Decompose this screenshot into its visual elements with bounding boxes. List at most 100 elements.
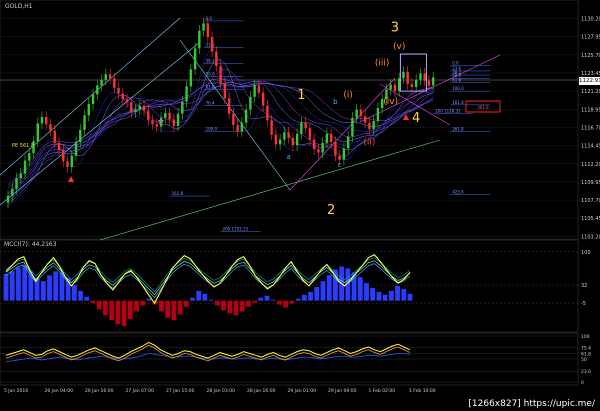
- candle-body: [325, 133, 329, 143]
- fib-level-label: 23.6: [206, 43, 215, 48]
- chart-title: GOLD,H1: [5, 3, 33, 10]
- candle-body: [11, 188, 14, 197]
- candle-body: [389, 84, 392, 90]
- mcci-histogram-bar: [320, 281, 326, 301]
- fib-level-label: 100.0: [206, 126, 218, 131]
- price-tick-label: 1116.70: [581, 125, 600, 131]
- wave-label: 3: [391, 20, 399, 35]
- mcci-histogram-bar: [47, 275, 52, 301]
- fib-level-label: 261.8: [452, 126, 464, 131]
- wave-label: 1: [297, 88, 305, 103]
- mcci-histogram-bar: [22, 265, 28, 301]
- mcci-histogram-bar: [9, 271, 15, 301]
- wave-label: 4: [412, 111, 420, 126]
- mcci-histogram-bar: [196, 290, 202, 301]
- price-tick-label: 1105.45: [581, 216, 600, 222]
- trend-line: [99, 139, 441, 241]
- candle-body: [431, 77, 435, 86]
- price-panel: [0, 0, 579, 240]
- time-axis-label: 26 Jan 04:00: [45, 388, 74, 394]
- mcci-histogram-bar: [357, 277, 363, 301]
- time-axis-label: 26 Jan 16:00: [85, 388, 114, 394]
- mcci-histogram-bar: [407, 293, 413, 301]
- candle-body: [79, 129, 82, 142]
- candle-body: [410, 83, 414, 88]
- trend-line: [179, 39, 291, 191]
- wave-label: (iii): [375, 58, 390, 68]
- candle-body: [287, 132, 290, 138]
- candle-body: [227, 98, 231, 114]
- candle-body: [6, 196, 10, 203]
- candle-body: [274, 134, 278, 145]
- candle-body: [236, 125, 239, 132]
- candle-body: [312, 139, 316, 150]
- candle-body: [419, 73, 422, 80]
- wave-label: (iv): [383, 97, 398, 107]
- candle-body: [28, 153, 31, 161]
- mcci-histogram-bar: [382, 294, 388, 301]
- fib-level-label: 200 1103.13: [223, 227, 249, 232]
- candle-body: [359, 109, 363, 117]
- candle-body: [74, 141, 78, 156]
- candle-body: [351, 117, 354, 137]
- mcci-histogram-bar: [202, 293, 208, 301]
- candle-body: [270, 120, 273, 135]
- candle-body: [134, 109, 137, 113]
- channel-line: [0, 41, 201, 206]
- candle-body: [291, 137, 295, 146]
- candle-body: [185, 86, 188, 102]
- candle-body: [151, 120, 154, 125]
- candle-body: [402, 71, 405, 79]
- candle-body: [334, 141, 337, 156]
- candle-body: [176, 113, 180, 126]
- candle-body: [393, 84, 397, 92]
- mcci-histogram-bar: [401, 288, 407, 301]
- price-tick-label: 1118.95: [581, 107, 600, 113]
- mcci-histogram-bar: [301, 294, 307, 301]
- candle-body: [23, 160, 27, 174]
- mcci-histogram-bar: [109, 300, 115, 321]
- price-tick-label: 1127.95: [581, 35, 600, 41]
- candle-body: [249, 96, 252, 110]
- chart-window: 1130.20 1127.95 1125.70 1123.45 1121.20 1118.…: [0, 0, 600, 411]
- candle-body: [36, 123, 39, 142]
- mcci-level-label: 100: [581, 250, 591, 256]
- candle-body: [261, 92, 265, 106]
- time-axis-label: 5 Jan 2016: [4, 388, 28, 394]
- candle-body: [147, 110, 150, 121]
- arrow-marker: [158, 120, 164, 126]
- mcci-panel: [0, 239, 579, 333]
- time-axis-label: 27 Jan 15:00: [166, 388, 195, 394]
- candle-body: [198, 30, 201, 49]
- candle-body: [232, 113, 235, 126]
- mcci-histogram-bar: [364, 283, 369, 301]
- candle-body: [372, 121, 375, 130]
- fib-level-label: 0.0: [452, 60, 459, 65]
- candle-body: [300, 122, 303, 134]
- mcci-histogram-bar: [326, 275, 332, 301]
- candle-body: [308, 128, 312, 140]
- mcci-histogram-bar: [283, 300, 289, 308]
- mcci-level-label: -5: [581, 301, 586, 307]
- mcci-histogram-bar: [258, 297, 264, 301]
- mcci-histogram-bar: [376, 291, 382, 301]
- mcci-histogram-bar: [158, 300, 164, 312]
- candle-body: [53, 130, 56, 143]
- price-tick-label: 1109.95: [581, 180, 600, 186]
- watermark: [1266x827] https://upic.me/: [466, 399, 597, 409]
- arrow-marker: [68, 176, 74, 182]
- mcci-histogram-bar: [270, 299, 276, 301]
- mcci-histogram-bar: [289, 300, 295, 304]
- candle-body: [164, 112, 167, 118]
- candle-body: [376, 108, 380, 121]
- target-box-label: 361.8: [477, 105, 489, 110]
- mcci-histogram-bar: [370, 287, 376, 301]
- mcci-histogram-bar: [84, 296, 90, 301]
- time-axis-label: 1 Feb 02:00: [369, 388, 396, 394]
- candle-body: [215, 51, 218, 67]
- candle-body: [130, 102, 133, 113]
- mcci-histogram-bar: [388, 290, 394, 301]
- candle-body: [355, 109, 358, 118]
- candle-body: [253, 85, 256, 97]
- candle-body: [113, 78, 116, 88]
